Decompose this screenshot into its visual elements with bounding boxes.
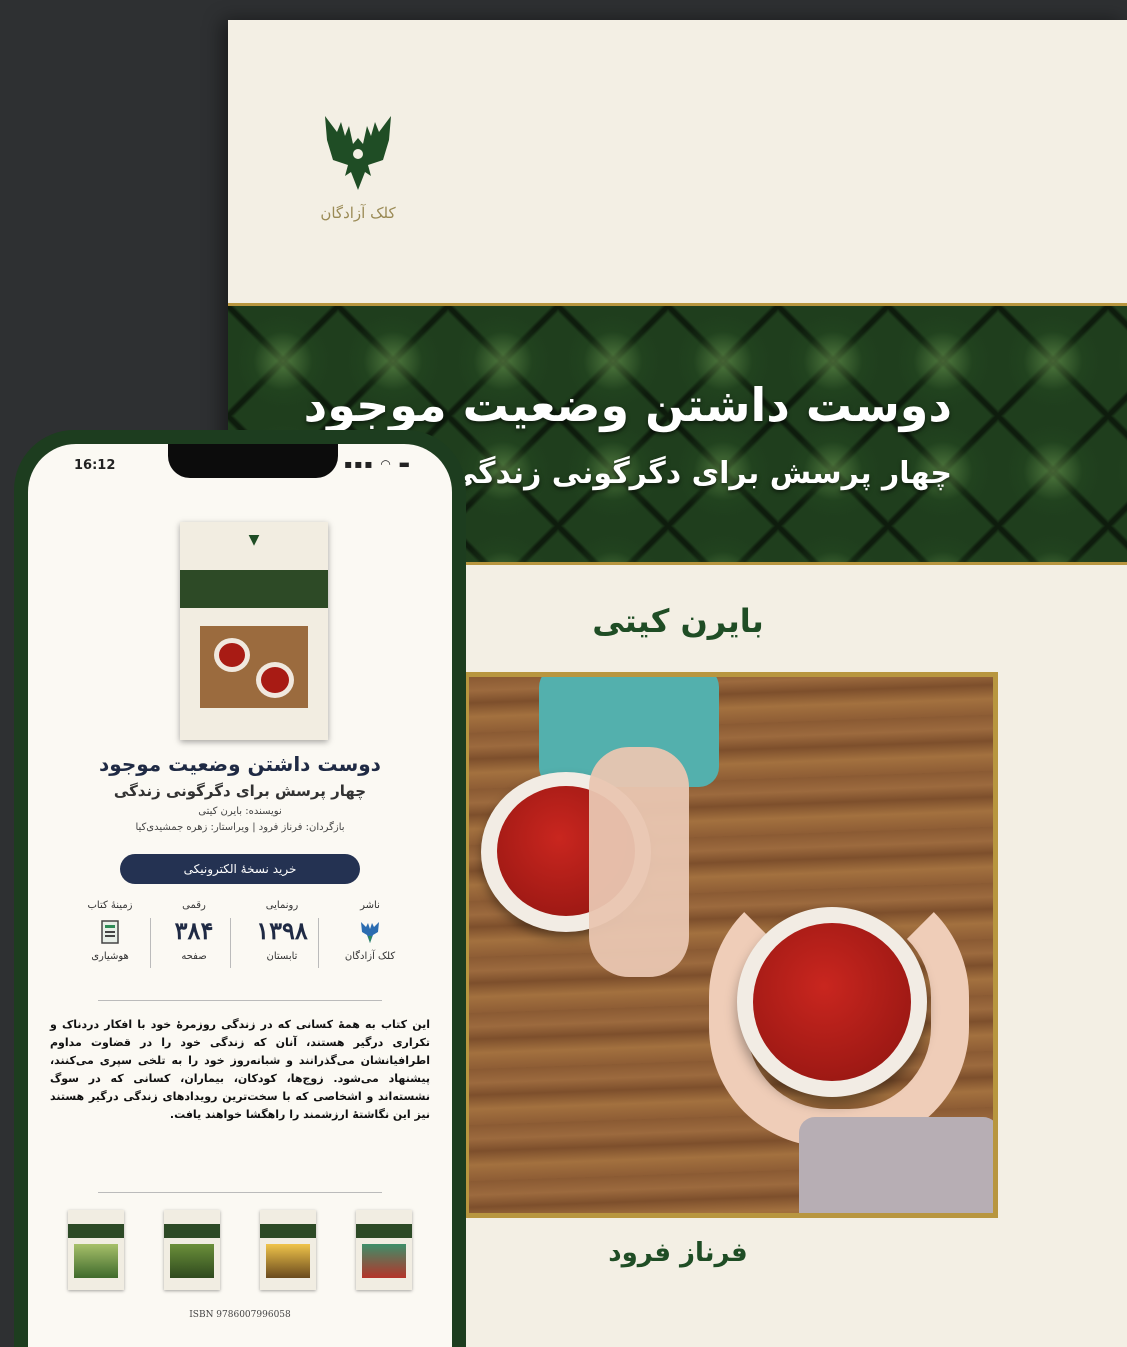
stat-publisher: ناشر کلک آزادگان [330, 900, 410, 962]
related-books [68, 1210, 412, 1294]
cover-title: دوست داشتن وضعیت موجود [303, 378, 952, 432]
stat-category: زمینهٔ کتاب هوشیاری [70, 900, 150, 962]
cover-subtitle: چهار پرسش برای دگرگونی زندگی [447, 456, 952, 491]
book-stats: ناشر کلک آزادگان رونمایی ۱۳۹۸ تابستان رق… [70, 900, 410, 986]
stat-label: ناشر [360, 900, 380, 911]
related-book[interactable] [260, 1210, 316, 1290]
stat-caption: کلک آزادگان [344, 951, 396, 962]
buy-ebook-button[interactable]: خرید نسخهٔ الکترونیکی [120, 854, 360, 884]
book-author: نویسنده: بایرن کیتی [198, 806, 282, 817]
stat-label: رونمایی [265, 900, 299, 911]
cover-photo [464, 672, 998, 1218]
publisher-name: کلک آزادگان [320, 204, 396, 222]
book-subtitle: چهار پرسش برای دگرگونی زندگی [113, 782, 367, 800]
phone-screen: 16:12 ▪▪▪ ◠ ▬ ▼ دوست داشتن وضعیت موجود چ… [28, 444, 452, 1347]
divider [98, 1000, 382, 1001]
stat-release: رونمایی ۱۳۹۸ تابستان [242, 900, 322, 962]
stat-pages: رقمی ۳۸۴ صفحه [154, 900, 234, 962]
status-time: 16:12 [74, 458, 116, 473]
cover-translator: فرناز فرود [608, 1238, 748, 1268]
phone-notch [168, 444, 338, 478]
related-book[interactable] [164, 1210, 220, 1290]
divider [98, 1192, 382, 1193]
stat-caption: هوشیاری [91, 951, 129, 962]
related-book[interactable] [68, 1210, 124, 1290]
stat-value: ۳۸۴ [174, 916, 214, 945]
status-icons: ▪▪▪ ◠ ▬ [344, 457, 412, 471]
book-category-icon [101, 920, 119, 944]
eagle-logo-icon [325, 116, 391, 190]
stat-label: زمینهٔ کتاب [87, 900, 133, 911]
related-book[interactable] [356, 1210, 412, 1290]
stat-caption: صفحه [181, 951, 207, 962]
cover-author: بایرن کیتی [592, 602, 764, 640]
publisher-logo-icon [361, 922, 379, 943]
stat-label: رقمی [182, 900, 206, 911]
eagle-logo-icon: ▼ [248, 532, 260, 548]
isbn: ISBN 9786007996058 [189, 1310, 291, 1320]
stat-value: ۱۳۹۸ [256, 916, 308, 945]
book-thumbnail[interactable]: ▼ [180, 522, 328, 740]
book-description: این کتاب به همهٔ کسانی که در زندگی روزمر… [50, 1018, 430, 1121]
book-credits: بازگردان: فرناز فرود | ویراستار: زهره جم… [135, 822, 345, 833]
stat-caption: تابستان [266, 951, 298, 962]
tea-cup-image [737, 907, 927, 1097]
phone-frame: 16:12 ▪▪▪ ◠ ▬ ▼ دوست داشتن وضعیت موجود چ… [14, 430, 466, 1347]
book-title: دوست داشتن وضعیت موجود [99, 752, 381, 776]
publisher-logo: کلک آزادگان [308, 110, 408, 222]
